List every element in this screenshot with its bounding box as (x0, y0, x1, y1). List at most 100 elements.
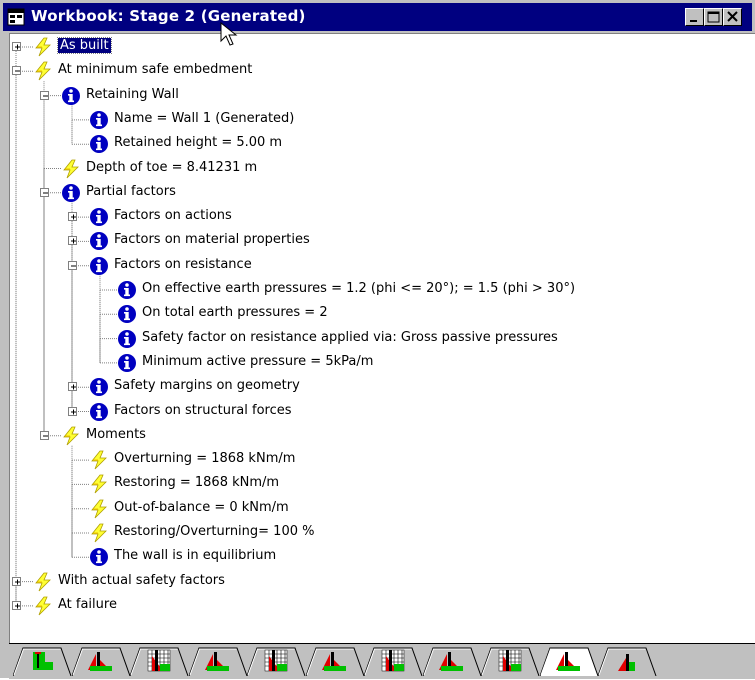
tree-item-label[interactable]: Restoring/Overturning= 100 % (114, 524, 314, 539)
collapse-icon[interactable] (40, 187, 49, 197)
expand-icon[interactable] (12, 600, 21, 610)
stage-tab-8[interactable] (422, 646, 485, 677)
tree-item-label[interactable]: Factors on structural forces (114, 403, 292, 418)
bolt-icon (89, 499, 109, 519)
expand-icon[interactable] (12, 576, 21, 586)
minimize-button[interactable] (685, 8, 704, 26)
tree-item-wall-name[interactable]: Name = Wall 1 (Generated) (10, 108, 750, 132)
stage-tab-7[interactable] (363, 646, 426, 677)
tree-item-label[interactable]: Factors on resistance (114, 257, 252, 272)
bolt-icon (33, 572, 53, 592)
tree-item-factors-on-material-properties[interactable]: Factors on material properties (10, 229, 750, 253)
bolt-icon (61, 426, 81, 446)
tree-item-wall-in-equilibrium[interactable]: The wall is in equilibrium (10, 545, 750, 569)
maximize-button[interactable] (704, 8, 723, 26)
tree-item-label[interactable]: Overturning = 1868 kNm/m (114, 451, 295, 466)
results-tree[interactable]: As built At minimum safe embedment Retaini… (10, 34, 755, 644)
title-bar[interactable]: Workbook: Stage 2 (Generated) (3, 3, 752, 31)
collapse-icon[interactable] (12, 66, 21, 76)
tree-item-label[interactable]: Retained height = 5.00 m (114, 135, 282, 150)
tree-item-retaining-wall[interactable]: Retaining Wall (10, 84, 750, 108)
grid-pressure-icon (363, 647, 423, 677)
tree-item-factors-on-resistance[interactable]: Factors on resistance (10, 254, 750, 278)
results-tree-pane[interactable]: As built At minimum safe embedment Retaini… (9, 33, 755, 644)
tree-item-label[interactable]: Factors on material properties (114, 232, 310, 247)
info-icon (61, 86, 81, 106)
minimize-icon (690, 20, 697, 22)
tree-item-partial-factors[interactable]: Partial factors (10, 181, 750, 205)
expand-icon[interactable] (68, 212, 77, 222)
tree-item-total-earth-pressures[interactable]: On total earth pressures = 2 (10, 302, 750, 326)
tree-item-label[interactable]: Moments (86, 427, 146, 442)
tree-item-effective-earth-pressures[interactable]: On effective earth pressures = 1.2 (phi … (10, 278, 750, 302)
tree-item-factors-on-actions[interactable]: Factors on actions (10, 205, 750, 229)
tree-item-label[interactable]: Minimum active pressure = 5kPa/m (142, 354, 373, 369)
tree-item-label[interactable]: The wall is in equilibrium (114, 548, 276, 563)
tree-item-factors-on-structural-forces[interactable]: Factors on structural forces (10, 400, 750, 424)
info-icon (61, 183, 81, 203)
expand-icon[interactable] (68, 236, 77, 246)
tree-item-label[interactable]: Factors on actions (114, 208, 232, 223)
stage-tab-2[interactable] (71, 646, 134, 677)
tree-item-label[interactable]: Partial factors (86, 184, 176, 199)
tree-item-label[interactable]: Depth of toe = 8.41231 m (86, 160, 257, 175)
workbook-window: Workbook: Stage 2 (Generated) As built At… (0, 0, 755, 679)
tree-item-overturning[interactable]: Overturning = 1868 kNm/m (10, 448, 750, 472)
tree-item-label[interactable]: Retaining Wall (86, 87, 179, 102)
expand-icon[interactable] (12, 42, 21, 51)
info-icon (89, 134, 109, 154)
tree-item-as-built[interactable]: As built (10, 35, 750, 59)
tree-item-at-failure[interactable]: At failure (10, 594, 750, 618)
stage-tab-bar (9, 643, 755, 679)
tree-item-at-minimum-safe-embedment[interactable]: At minimum safe embedment (10, 59, 750, 83)
tree-item-safety-margins-on-geometry[interactable]: Safety margins on geometry (10, 375, 750, 399)
info-icon (89, 402, 109, 422)
expand-icon[interactable] (68, 406, 77, 416)
tree-item-out-of-balance[interactable]: Out-of-balance = 0 kNm/m (10, 497, 750, 521)
tree-item-restoring-overturning[interactable]: Restoring/Overturning= 100 % (10, 521, 750, 545)
bolt-icon (89, 474, 109, 494)
collapse-icon[interactable] (68, 260, 77, 270)
tree-item-with-actual-safety-factors[interactable]: With actual safety factors (10, 570, 750, 594)
tree-item-label[interactable]: Safety margins on geometry (114, 378, 300, 393)
stage-tab-11[interactable] (597, 646, 660, 677)
tree-item-moments[interactable]: Moments (10, 424, 750, 448)
tree-item-label[interactable]: Safety factor on resistance applied via:… (142, 330, 558, 345)
tree-item-label[interactable]: At minimum safe embedment (58, 62, 252, 77)
collapse-icon[interactable] (40, 430, 49, 440)
bolt-icon (33, 61, 53, 81)
close-button[interactable] (723, 8, 742, 26)
stage-tab-6[interactable] (305, 646, 368, 677)
info-icon (89, 110, 109, 130)
collapse-icon[interactable] (40, 90, 49, 100)
stage-tab-3[interactable] (129, 646, 192, 677)
grid-pressure-icon (246, 647, 306, 677)
stage-tab-4[interactable] (188, 646, 251, 677)
pressure-partial-icon (597, 647, 657, 677)
tree-item-restoring[interactable]: Restoring = 1868 kNm/m (10, 472, 750, 496)
pressure-diagram-icon (422, 647, 481, 677)
info-icon (89, 207, 109, 227)
info-icon (117, 329, 137, 349)
tree-item-label[interactable]: With actual safety factors (58, 573, 225, 588)
stage-tab-9[interactable] (480, 646, 543, 677)
stage-tab-1[interactable] (12, 646, 75, 677)
tree-item-label[interactable]: On total earth pressures = 2 (142, 305, 328, 320)
tree-item-depth-of-toe[interactable]: Depth of toe = 8.41231 m (10, 157, 750, 181)
tree-item-safety-factor-applied[interactable]: Safety factor on resistance applied via:… (10, 327, 750, 351)
tree-item-label[interactable]: As built (57, 37, 112, 54)
tree-item-label[interactable]: Name = Wall 1 (Generated) (114, 111, 294, 126)
tree-item-label[interactable]: Out-of-balance = 0 kNm/m (114, 500, 289, 515)
info-icon (117, 304, 137, 324)
stage-tab-10[interactable] (539, 646, 602, 677)
bolt-icon (89, 523, 109, 543)
tree-item-retained-height[interactable]: Retained height = 5.00 m (10, 132, 750, 156)
stage-tab-5[interactable] (246, 646, 309, 677)
mouse-cursor-icon (220, 22, 238, 46)
tree-item-label[interactable]: Restoring = 1868 kNm/m (114, 475, 279, 490)
info-icon (89, 256, 109, 276)
tree-item-label[interactable]: On effective earth pressures = 1.2 (phi … (142, 281, 575, 296)
tree-item-label[interactable]: At failure (58, 597, 117, 612)
tree-item-minimum-active-pressure[interactable]: Minimum active pressure = 5kPa/m (10, 351, 750, 375)
expand-icon[interactable] (68, 382, 77, 392)
